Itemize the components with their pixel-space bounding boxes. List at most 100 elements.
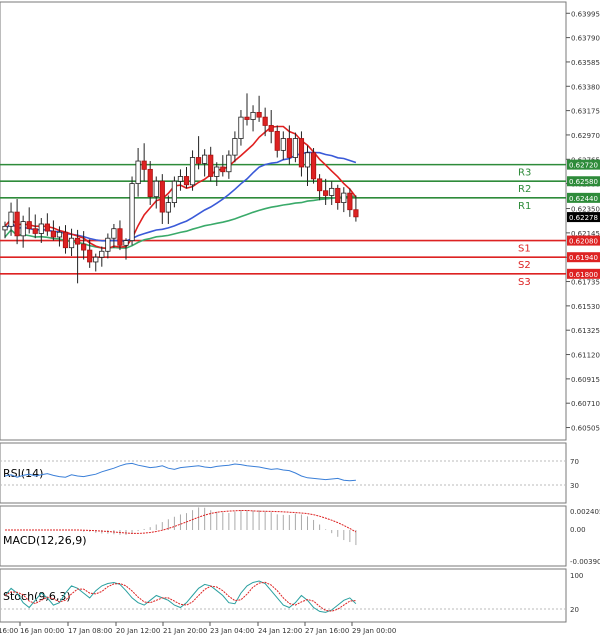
candle-body-up	[341, 192, 347, 204]
candle-body-down	[220, 166, 226, 173]
candle-body-up	[38, 223, 44, 234]
price-tick-label: 0.61120	[571, 352, 600, 360]
candle-body-up	[304, 152, 311, 168]
candle-body-up	[202, 154, 208, 164]
candle-body-up	[105, 237, 111, 252]
price-tick-label: 0.61325	[571, 327, 600, 335]
candle-body-down	[268, 125, 274, 132]
level-price-label-s3: 0.61800	[569, 271, 598, 279]
candle-body-up	[123, 240, 129, 246]
level-price-label-r2: 0.62580	[569, 178, 598, 186]
price-tick-label: 0.62970	[571, 132, 600, 140]
price-chart-svg: R3 R2 R1 S1 S2 S3 0.63995 0.63790 0.63585 0.6338…	[0, 1, 600, 635]
candle-body-up	[171, 180, 177, 204]
candle	[310, 148, 317, 184]
candle-body-down	[50, 230, 57, 238]
level-price-label-s1: 0.62080	[569, 238, 598, 246]
candle-body-up	[111, 228, 117, 239]
candle-body-up	[2, 225, 8, 231]
candle-body-down	[310, 152, 317, 180]
price-tick-label: 0.63380	[571, 83, 600, 91]
time-axis: 16:00 16 Jan 00:00 17 Jan 08:00 20 Jan 12:0…	[0, 622, 396, 635]
stoch-panel-frame	[0, 568, 567, 623]
candle-body-down	[335, 187, 341, 204]
candle-body-down	[117, 228, 123, 246]
price-tick-label: 0.60915	[571, 376, 600, 384]
candle-body-down	[81, 243, 87, 251]
candle-body-down	[195, 157, 202, 164]
price-tick-label: 0.63585	[571, 59, 600, 67]
price-tick-label: 0.63790	[571, 35, 600, 43]
candle-body-up	[56, 231, 63, 238]
stoch-level-100-label: 100	[570, 572, 583, 580]
level-price-label-r3: 0.62720	[569, 162, 598, 170]
time-tick-label: 23 Jan 04:00	[210, 627, 254, 635]
candle-body-up	[165, 202, 171, 213]
price-tick-label: 0.61530	[571, 303, 600, 311]
candle-body-up	[153, 180, 159, 198]
time-tick-label: 16:00	[0, 627, 18, 635]
candle-body-up	[135, 160, 141, 185]
candle-body-down	[62, 231, 69, 249]
level-name-s3: S3	[518, 277, 531, 288]
time-tick-label: 29 Jan 00:00	[352, 627, 396, 635]
candle-body-down	[274, 130, 280, 151]
candle-body-down	[298, 138, 305, 168]
candle-body-up	[177, 176, 184, 182]
rsi-panel-frame	[0, 442, 567, 504]
candle	[171, 176, 177, 208]
candle-body-up	[238, 116, 244, 139]
candle-body-down	[147, 168, 153, 198]
rsi-title: RSI(14)	[3, 467, 43, 480]
time-tick-label: 24 Jan 12:00	[258, 627, 302, 635]
time-tick-label: 27 Jan 16:00	[305, 627, 349, 635]
time-tick-label: 17 Jan 08:00	[68, 627, 112, 635]
candle-body-up	[232, 138, 238, 156]
candle-body-down	[32, 228, 38, 234]
rsi-level-70-label: 70	[570, 458, 579, 466]
time-tick-label: 16 Jan 00:00	[20, 627, 64, 635]
candle-body-down	[183, 176, 190, 186]
candle-body-down	[14, 211, 20, 237]
level-name-r1: R1	[518, 201, 531, 212]
level-name-r3: R3	[518, 168, 531, 179]
candle-body-down	[26, 221, 32, 230]
macd-level-min-label: -0.003902	[570, 558, 600, 566]
time-tick-label: 20 Jan 12:00	[116, 627, 160, 635]
candle-body-up	[280, 138, 286, 151]
chart-window: R3 R2 R1 S1 S2 S3 0.63995 0.63790 0.63585 0.6338…	[0, 0, 600, 638]
candle-body-down	[262, 116, 268, 126]
level-price-label-r1: 0.62440	[569, 195, 598, 203]
macd-title: MACD(12,26,9)	[3, 534, 87, 547]
candle-body-up	[93, 256, 99, 263]
candle-body-up	[226, 154, 232, 173]
candle-body-down	[87, 249, 93, 263]
candle-body-down	[44, 223, 50, 232]
candle-body-up	[292, 138, 299, 158]
candle-body-up	[8, 211, 14, 227]
candle-body-down	[316, 178, 323, 192]
candle-body-up	[189, 157, 196, 186]
rsi-level-30-label: 30	[570, 482, 579, 490]
candle-body-down	[347, 192, 353, 211]
candle-body-down	[244, 116, 250, 120]
candle-body-down	[208, 154, 214, 177]
price-tick-label: 0.63995	[571, 10, 600, 18]
price-tick-label: 0.60710	[571, 400, 600, 408]
candle-body-down	[159, 180, 165, 213]
price-tick-label: 0.63175	[571, 108, 600, 116]
stoch-level-20-label: 20	[570, 606, 579, 614]
candle	[129, 176, 135, 246]
candle-body-down	[75, 237, 81, 245]
level-price-label-s2: 0.61940	[569, 254, 598, 262]
candle-body-down	[323, 190, 329, 196]
main-panel-frame	[0, 1, 567, 441]
macd-level-max-label: 0.002405	[570, 508, 600, 516]
candle-body-down	[286, 138, 292, 158]
price-axis: 0.63995 0.63790 0.63585 0.63380 0.63175 0.629…	[566, 10, 600, 433]
time-tick-label: 21 Jan 20:00	[163, 627, 207, 635]
macd-level-zero-label: 0.00	[570, 526, 586, 534]
candle-body-down	[353, 209, 359, 218]
current-price-label: 0.62278	[569, 214, 598, 222]
candle-body-down	[256, 111, 262, 118]
